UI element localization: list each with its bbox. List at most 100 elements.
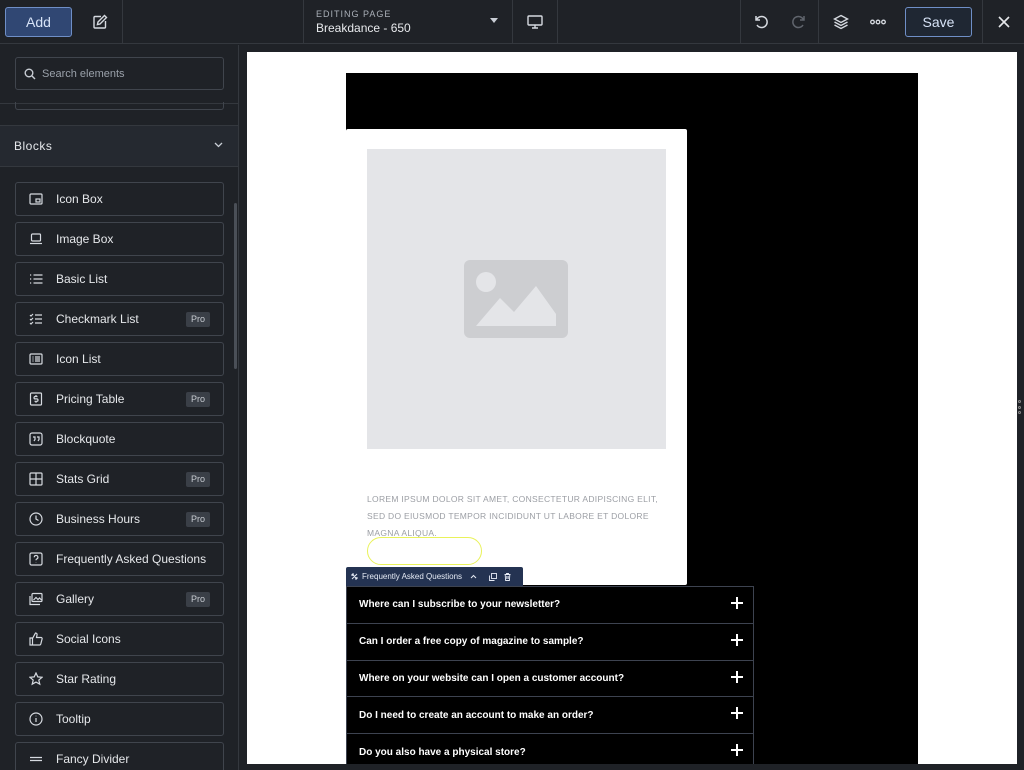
element-item-label: Frequently Asked Questions bbox=[56, 552, 207, 566]
element-item-image-box[interactable]: Image Box bbox=[15, 222, 224, 256]
element-item-label: Blockquote bbox=[56, 432, 116, 446]
element-item-label: Tooltip bbox=[56, 712, 91, 726]
plus-icon[interactable] bbox=[731, 707, 743, 720]
element-item-label: Business Hours bbox=[56, 512, 141, 526]
search-input[interactable] bbox=[42, 67, 212, 80]
element-item-tooltip[interactable]: Tooltip bbox=[15, 702, 224, 736]
list-item[interactable] bbox=[15, 102, 224, 110]
desktop-icon[interactable] bbox=[513, 0, 558, 44]
faq-question: Where can I subscribe to your newsletter… bbox=[359, 599, 561, 611]
element-item-gallery[interactable]: Gallery Pro bbox=[15, 582, 224, 616]
star-icon bbox=[28, 671, 44, 687]
element-item-fancy-divider[interactable]: Fancy Divider bbox=[15, 742, 224, 770]
element-item-checkmark-list[interactable]: Checkmark List Pro bbox=[15, 302, 224, 336]
search-icon bbox=[24, 68, 36, 79]
element-item-label: Checkmark List bbox=[56, 312, 139, 326]
sidebar-scrollbar[interactable] bbox=[234, 203, 237, 369]
pro-badge: Pro bbox=[185, 472, 210, 487]
close-icon[interactable] bbox=[982, 0, 1024, 44]
search-box[interactable] bbox=[15, 57, 224, 90]
element-item-basic-list[interactable]: Basic List bbox=[15, 262, 224, 296]
gallery-icon bbox=[28, 591, 44, 607]
faq-item[interactable]: Do I need to create an account to make a… bbox=[347, 697, 753, 735]
element-item-icon-box[interactable]: Icon Box bbox=[15, 182, 224, 216]
element-item-label: Star Rating bbox=[56, 672, 117, 686]
element-item-social-icons[interactable]: Social Icons bbox=[15, 622, 224, 656]
canvas-area: LOREM IPSUM DOLOR SIT AMET, CONSECTETUR … bbox=[239, 45, 1024, 770]
element-item-label: Stats Grid bbox=[56, 472, 110, 486]
editing-page-label: EDITING PAGE bbox=[316, 9, 392, 19]
element-item-pricing-table[interactable]: Pricing Table Pro bbox=[15, 382, 224, 416]
chevron-down-icon bbox=[214, 142, 223, 148]
card-button[interactable] bbox=[367, 537, 482, 565]
selected-element-tag[interactable]: Frequently Asked Questions bbox=[346, 567, 523, 586]
element-item-blockquote[interactable]: Blockquote bbox=[15, 422, 224, 456]
pro-badge: Pro bbox=[185, 512, 210, 527]
image-card[interactable]: LOREM IPSUM DOLOR SIT AMET, CONSECTETUR … bbox=[346, 129, 687, 585]
icon-box-icon bbox=[28, 191, 44, 207]
element-item-business-hours[interactable]: Business Hours Pro bbox=[15, 502, 224, 536]
caret-down-icon bbox=[490, 18, 498, 23]
top-toolbar: Add EDITING PAGE Breakdance - 650 Save bbox=[0, 0, 1024, 44]
faq-item[interactable]: Where can I subscribe to your newsletter… bbox=[347, 587, 753, 624]
chevron-up-icon[interactable] bbox=[470, 574, 477, 579]
image-placeholder-icon bbox=[464, 260, 568, 338]
plus-icon[interactable] bbox=[731, 744, 743, 757]
elements-sidebar: Blocks Icon Box Image Box Basic List Che… bbox=[0, 45, 239, 770]
pro-badge: Pro bbox=[185, 392, 210, 407]
card-text: LOREM IPSUM DOLOR SIT AMET, CONSECTETUR … bbox=[367, 494, 659, 538]
image-placeholder[interactable] bbox=[367, 149, 666, 449]
faq-question: Where on your website can I open a custo… bbox=[359, 672, 625, 684]
element-tag-label: Frequently Asked Questions bbox=[362, 572, 463, 581]
duplicate-icon[interactable] bbox=[489, 572, 498, 581]
faq-question: Do you also have a physical store? bbox=[359, 746, 526, 758]
clock-icon bbox=[28, 511, 44, 527]
blocks-section-header[interactable]: Blocks bbox=[0, 125, 238, 167]
pro-badge: Pro bbox=[185, 312, 210, 327]
plus-icon[interactable] bbox=[731, 633, 743, 646]
add-button[interactable]: Add bbox=[5, 7, 72, 37]
more-options-icon[interactable] bbox=[862, 0, 894, 44]
edit-icon[interactable] bbox=[78, 0, 123, 44]
dollar-icon bbox=[28, 391, 44, 407]
save-button[interactable]: Save bbox=[905, 7, 972, 37]
faq-item[interactable]: Where on your website can I open a custo… bbox=[347, 661, 753, 698]
undo-icon[interactable] bbox=[740, 0, 780, 44]
faq-question: Do I need to create an account to make a… bbox=[359, 709, 594, 721]
element-item-label: Gallery bbox=[56, 592, 95, 606]
plus-icon[interactable] bbox=[731, 670, 743, 683]
page-selector[interactable]: EDITING PAGE Breakdance - 650 bbox=[303, 0, 513, 44]
page-name: Breakdance - 650 bbox=[316, 21, 411, 35]
divider-icon bbox=[28, 751, 44, 767]
element-item-icon-list[interactable]: Icon List bbox=[15, 342, 224, 376]
grid-icon bbox=[28, 471, 44, 487]
faq-question: Can I order a free copy of magazine to s… bbox=[359, 636, 584, 648]
element-item-stats-grid[interactable]: Stats Grid Pro bbox=[15, 462, 224, 496]
element-item-star-rating[interactable]: Star Rating bbox=[15, 662, 224, 696]
element-item-faq[interactable]: Frequently Asked Questions bbox=[15, 542, 224, 576]
quote-icon bbox=[28, 431, 44, 447]
element-item-label: Basic List bbox=[56, 272, 108, 286]
thumbs-up-icon bbox=[28, 631, 44, 647]
checklist-icon bbox=[28, 311, 44, 327]
element-item-label: Icon List bbox=[56, 352, 101, 366]
faq-item[interactable]: Can I order a free copy of magazine to s… bbox=[347, 624, 753, 661]
redo-icon[interactable] bbox=[780, 0, 818, 44]
page-canvas[interactable]: LOREM IPSUM DOLOR SIT AMET, CONSECTETUR … bbox=[247, 52, 1017, 764]
element-item-label: Social Icons bbox=[56, 632, 121, 646]
question-icon bbox=[28, 551, 44, 567]
move-icon[interactable] bbox=[351, 573, 358, 580]
resize-handle-icon[interactable] bbox=[1016, 400, 1022, 414]
element-item-label: Pricing Table bbox=[56, 392, 125, 406]
element-item-label: Fancy Divider bbox=[56, 752, 130, 766]
faq-accordion[interactable]: Where can I subscribe to your newsletter… bbox=[346, 586, 754, 764]
image-box-icon bbox=[28, 231, 44, 247]
section-title: Blocks bbox=[14, 139, 53, 153]
element-item-label: Icon Box bbox=[56, 192, 103, 206]
list-icon bbox=[28, 271, 44, 287]
trash-icon[interactable] bbox=[504, 572, 511, 581]
blocks-list: Icon Box Image Box Basic List Checkmark … bbox=[15, 182, 224, 770]
faq-item[interactable]: Do you also have a physical store? bbox=[347, 734, 753, 764]
layers-icon[interactable] bbox=[818, 0, 862, 44]
plus-icon[interactable] bbox=[731, 597, 743, 609]
